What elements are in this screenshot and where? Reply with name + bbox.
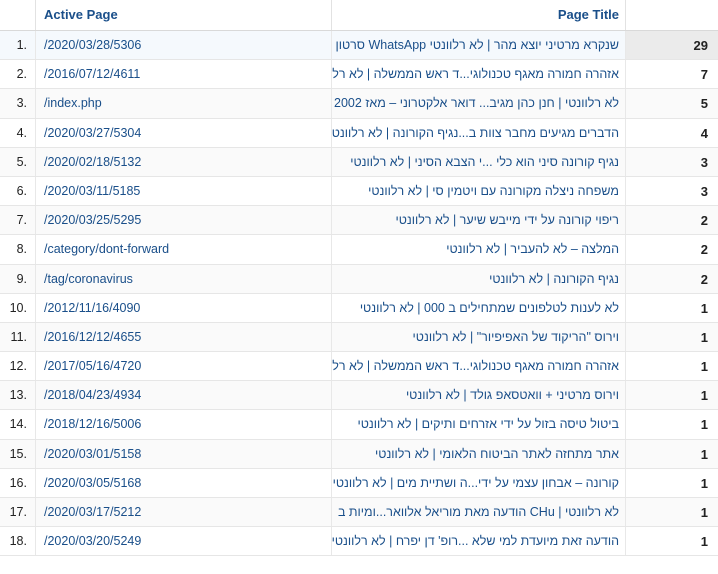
metric-value: 1 xyxy=(700,505,708,520)
active-page-link[interactable]: /category/dont-forward xyxy=(36,235,332,264)
page-title-link[interactable]: וירוס "הריקוד של האפיפיור" | לא רלוונטי xyxy=(332,322,626,352)
page-title-link[interactable]: לא רלוונטי | חנן כהן מגיב... דואר אלקטרו… xyxy=(332,89,626,118)
page-title-link[interactable]: ביטול טיסה בזול על ידי אזרחים ותיקים | ל… xyxy=(332,410,626,439)
active-page-link[interactable]: /2020/03/27/5304 xyxy=(36,118,332,147)
active-page-link[interactable]: /2018/12/16/5006 xyxy=(36,410,332,439)
table-row: 18./2020/03/20/5249 הודעה זאת מיועדת למי … xyxy=(0,527,718,557)
active-page-link[interactable]: /tag/coronavirus xyxy=(36,264,332,293)
active-page-link[interactable]: /index.php xyxy=(36,89,332,118)
page-title-link[interactable]: לא רלוונטי | CHu הודעה מאת מוריאל אלוואר… xyxy=(332,498,626,527)
metric-value: 5 xyxy=(700,96,708,112)
row-index: 10. xyxy=(0,293,36,322)
page-title-link[interactable]: המלצה – לא להעביר | לא רלוונטי xyxy=(332,235,626,264)
row-index: 18. xyxy=(0,527,36,556)
header-page-title[interactable]: Page Title xyxy=(332,0,626,30)
table-row: 12./2017/05/16/4720 אזהרה חמורה מאגף טכנו… xyxy=(0,352,718,382)
page-title-link[interactable]: ריפוי קורונה על ידי מייבש שיער | לא רלוו… xyxy=(332,206,626,235)
row-index: 3. xyxy=(0,89,36,118)
metric-value: 7 xyxy=(700,67,708,83)
table-row: 16./2020/03/05/5168 קורונה – אבחון עצמי ע… xyxy=(0,468,718,498)
row-index: 12. xyxy=(0,352,36,381)
page-title-link[interactable]: קורונה – אבחון עצמי על ידי...ה ושתיית מי… xyxy=(332,468,626,497)
metric-value: 4 xyxy=(700,125,708,141)
active-page-link[interactable]: /2020/03/11/5185 xyxy=(36,176,332,206)
page-title-link[interactable]: אזהרה חמורה מאגף טכנולוגי...ד ראש הממשלה… xyxy=(332,352,626,381)
metric-value: 1 xyxy=(700,534,708,550)
table-row: 10./2012/11/16/4090 לא לענות לטלפונים שמת… xyxy=(0,293,718,323)
row-index: 8. xyxy=(0,235,36,264)
table-body: 1./2020/03/28/5306 שנקרא מרטיני יוצא מהר … xyxy=(0,31,718,557)
table-row: 3./index.php לא רלוונטי | חנן כהן מגיב...… xyxy=(0,89,718,119)
page-title-link[interactable]: שנקרא מרטיני יוצא מהר | לא רלוונטי Whats… xyxy=(332,31,626,60)
table-row: 8./category/dont-forward המלצה – לא להעבי… xyxy=(0,235,718,265)
active-page-link[interactable]: /2020/03/17/5212 xyxy=(36,498,332,527)
table-row: 17./2020/03/17/5212 לא רלוונטי | CHu הודע… xyxy=(0,498,718,528)
row-index: 7. xyxy=(0,206,36,235)
active-page-link[interactable]: /2016/12/12/4655 xyxy=(36,322,332,352)
row-index: 6. xyxy=(0,176,36,206)
row-index: 4. xyxy=(0,118,36,147)
metric-value: 1 xyxy=(700,329,708,345)
header-metric xyxy=(626,0,718,30)
active-page-link[interactable]: /2017/05/16/4720 xyxy=(36,352,332,381)
active-page-link[interactable]: /2020/03/05/5168 xyxy=(36,468,332,497)
row-index: 14. xyxy=(0,410,36,439)
row-index: 5. xyxy=(0,147,36,176)
metric-value: 3 xyxy=(700,183,708,199)
metric-value: 29 xyxy=(626,31,718,60)
row-index: 15. xyxy=(0,439,36,468)
table-row: 4./2020/03/27/5304 הדברים מגיעים מחבר צוו… xyxy=(0,118,718,148)
row-index: 11. xyxy=(0,322,36,352)
page-title-link[interactable]: אזהרה חמורה מאגף טכנולוגי...ד ראש הממשלה… xyxy=(332,60,626,89)
metric-value: 1 xyxy=(700,446,708,462)
table-row: 14./2018/12/16/5006 ביטול טיסה בזול על יד… xyxy=(0,410,718,440)
metric-value: 1 xyxy=(700,300,708,316)
table-row: 11./2016/12/12/4655 וירוס "הריקוד של האפי… xyxy=(0,322,718,353)
table-row: 9./tag/coronavirus נגיף הקורונה | לא רלוו… xyxy=(0,264,718,294)
table-row: 2./2016/07/12/4611 אזהרה חמורה מאגף טכנול… xyxy=(0,60,718,90)
active-page-link[interactable]: /2020/03/28/5306 xyxy=(36,31,332,60)
row-index: 2. xyxy=(0,60,36,89)
active-page-link[interactable]: /2012/11/16/4090 xyxy=(36,293,332,322)
table-row: 13./2018/04/23/4934 וירוס מרטיני + וואטסא… xyxy=(0,381,718,411)
active-page-link[interactable]: /2020/03/25/5295 xyxy=(36,206,332,235)
report-table: Active Page Page Title 1./2020/03/28/530… xyxy=(0,0,718,557)
row-index: 13. xyxy=(0,381,36,410)
active-page-link[interactable]: /2020/03/01/5158 xyxy=(36,439,332,468)
page-title-link[interactable]: הודעה זאת מיועדת למי שלא ...רופ' דן יפרח… xyxy=(332,527,626,556)
metric-value: 3 xyxy=(700,154,708,170)
metric-value: 1 xyxy=(700,388,708,404)
active-page-link[interactable]: /2020/03/20/5249 xyxy=(36,527,332,556)
active-page-link[interactable]: /2020/02/18/5132 xyxy=(36,147,332,176)
table-row: 7./2020/03/25/5295 ריפוי קורונה על ידי מי… xyxy=(0,206,718,236)
metric-value: 1 xyxy=(700,475,708,491)
metric-value: 1 xyxy=(700,359,708,375)
active-page-link[interactable]: /2016/07/12/4611 xyxy=(36,60,332,89)
active-page-link[interactable]: /2018/04/23/4934 xyxy=(36,381,332,410)
metric-value: 1 xyxy=(700,417,708,433)
header-index xyxy=(0,0,36,30)
row-index: 16. xyxy=(0,468,36,497)
row-index: 17. xyxy=(0,498,36,527)
table-row: 1./2020/03/28/5306 שנקרא מרטיני יוצא מהר … xyxy=(0,31,718,61)
table-header: Active Page Page Title xyxy=(0,0,718,31)
row-index: 9. xyxy=(0,264,36,293)
table-row: 15./2020/03/01/5158 אתר מתחזה לאתר הביטוח… xyxy=(0,439,718,469)
page-title-link[interactable]: וירוס מרטיני + וואטסאפ גולד | לא רלוונטי xyxy=(332,381,626,410)
page-title-link[interactable]: הדברים מגיעים מחבר צוות ב...נגיף הקורונה… xyxy=(332,118,626,147)
table-row: 6./2020/03/11/5185 משפחה ניצלה מקורונה עם… xyxy=(0,176,718,207)
table-row: 5./2020/02/18/5132 נגיף קורונה סיני הוא כ… xyxy=(0,147,718,177)
page-title-link[interactable]: אתר מתחזה לאתר הביטוח הלאומי | לא רלוונט… xyxy=(332,439,626,468)
page-title-link[interactable]: נגיף הקורונה | לא רלוונטי xyxy=(332,264,626,293)
header-active-page[interactable]: Active Page xyxy=(36,0,332,30)
metric-value: 2 xyxy=(700,213,708,229)
metric-value: 2 xyxy=(700,271,708,287)
row-index: 1. xyxy=(0,31,36,60)
page-title-link[interactable]: לא לענות לטלפונים שמתחילים ב 000 | לא רל… xyxy=(332,293,626,322)
page-title-link[interactable]: נגיף קורונה סיני הוא כלי ...י הצבא הסיני… xyxy=(332,147,626,176)
page-title-link[interactable]: משפחה ניצלה מקורונה עם ויטמין סי | לא רל… xyxy=(332,176,626,206)
metric-value: 2 xyxy=(700,242,708,258)
